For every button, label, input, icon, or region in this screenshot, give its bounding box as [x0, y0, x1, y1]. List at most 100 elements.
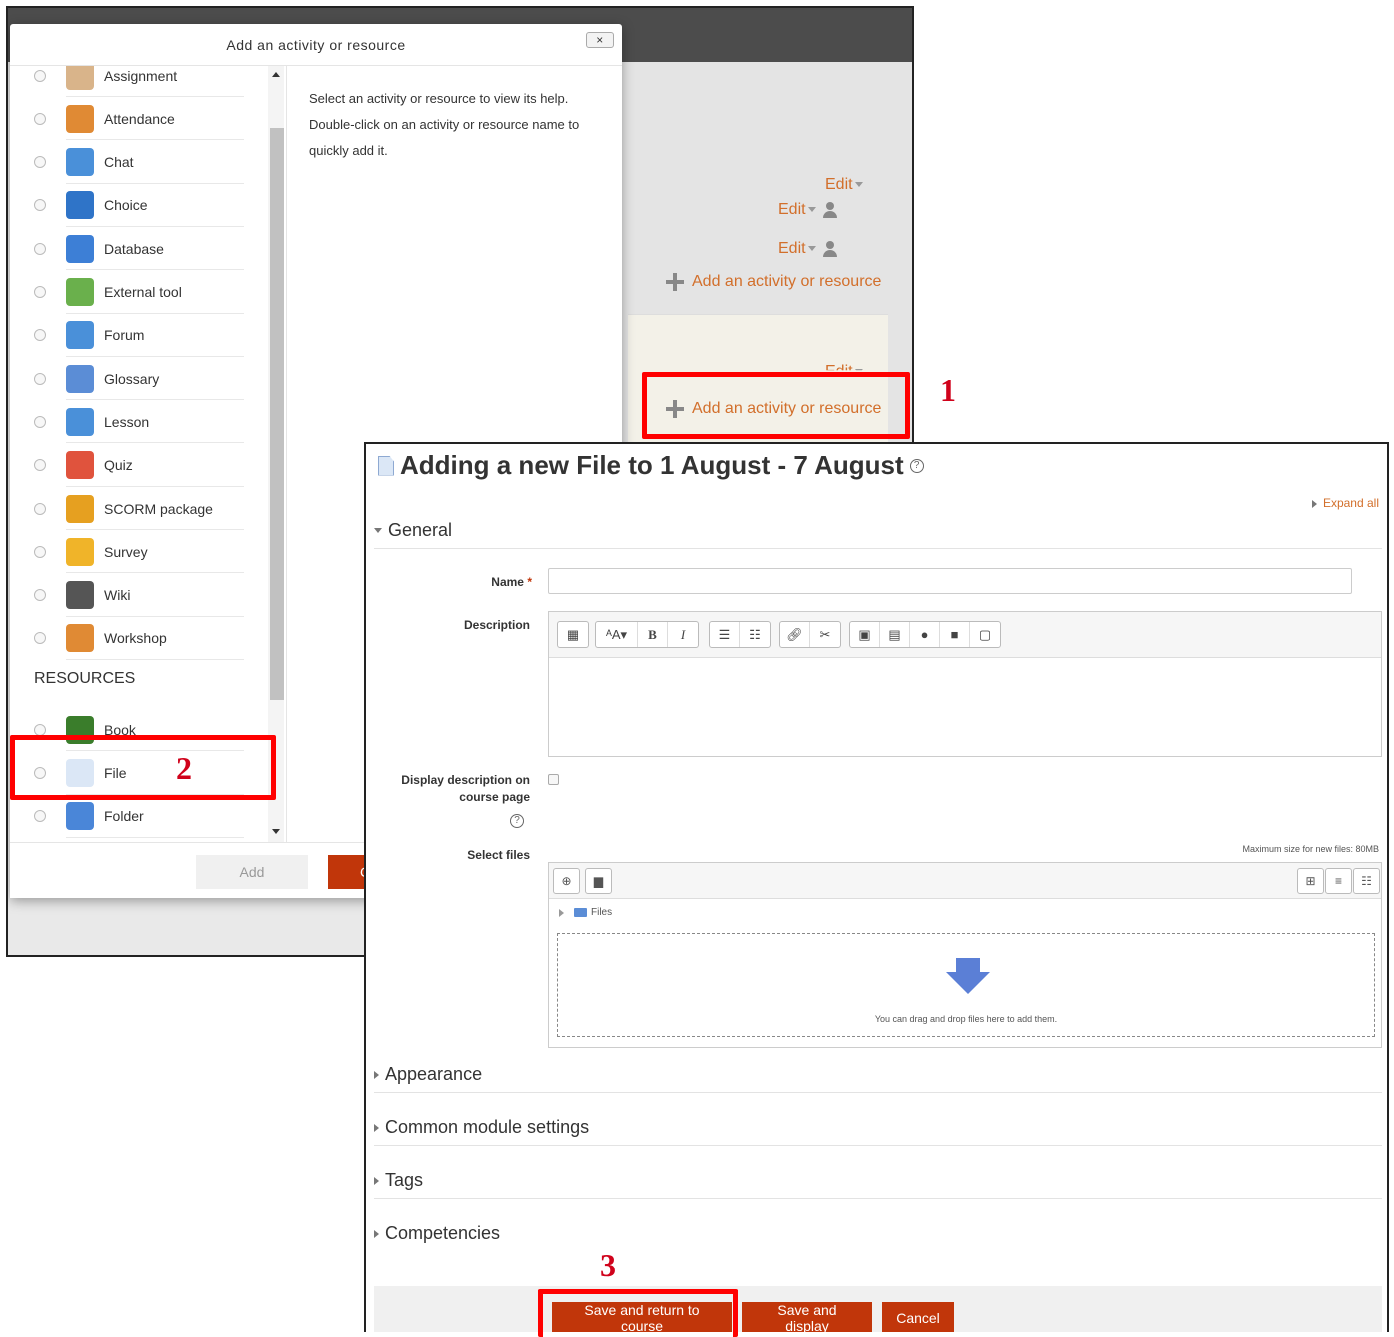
module-label: Quiz [104, 457, 133, 474]
microphone-icon[interactable]: ● [910, 622, 940, 647]
video-icon[interactable]: ■ [940, 622, 970, 647]
radio-button[interactable] [34, 156, 46, 169]
font-style-icon[interactable]: ᴬA▾ [596, 622, 638, 647]
scroll-thumb[interactable] [270, 128, 284, 700]
module-label: Lesson [104, 413, 150, 430]
create-folder-icon[interactable]: ▆ [585, 868, 612, 894]
triangle-right-icon [374, 1176, 379, 1185]
module-item[interactable]: Attendance [10, 97, 268, 141]
scrollbar[interactable] [268, 66, 284, 842]
radio-button[interactable] [34, 242, 46, 255]
help-icon[interactable]: ? [510, 814, 524, 828]
close-button[interactable]: × [586, 32, 614, 48]
module-item[interactable]: Forum [10, 314, 268, 357]
list-view-icon[interactable]: ≡ [1325, 868, 1352, 894]
save-display-button[interactable]: Save and display [742, 1302, 872, 1332]
unordered-list-icon[interactable]: ☰ [710, 622, 740, 647]
annotation-number-2: 2 [176, 750, 192, 786]
add-activity-link[interactable]: Add an activity or resource [666, 273, 881, 291]
radio-button[interactable] [34, 632, 46, 645]
module-item[interactable]: Survey [10, 530, 268, 574]
module-label: External tool [104, 284, 182, 300]
module-label: Database [104, 240, 164, 257]
module-item[interactable]: Chat [10, 141, 268, 184]
radio-button[interactable] [34, 502, 46, 515]
module-item[interactable]: SCORM package [10, 487, 268, 530]
radio-button[interactable] [34, 415, 46, 428]
tree-view-icon[interactable]: ☷ [1353, 868, 1380, 894]
radio-button[interactable] [34, 329, 46, 342]
fieldset-tags[interactable]: Tags [374, 1170, 423, 1191]
fieldset-appearance[interactable]: Appearance [374, 1064, 482, 1085]
toolbar-group: ▦ [557, 621, 589, 648]
module-item[interactable]: Database [10, 227, 268, 271]
scroll-down-icon[interactable] [272, 829, 280, 834]
file-path[interactable]: Files [559, 907, 612, 918]
radio-button[interactable] [34, 723, 46, 736]
display-description-checkbox[interactable] [548, 774, 559, 785]
fieldset-general[interactable]: General [374, 520, 452, 541]
help-text: Select an activity or resource to view i… [309, 91, 580, 158]
add-file-icon[interactable]: ⊕ [553, 868, 580, 894]
edit-menu-link[interactable]: Edit [778, 201, 838, 219]
module-item[interactable]: Assignment [10, 66, 268, 97]
module-item[interactable]: Folder [10, 795, 268, 838]
drop-zone[interactable]: You can drag and drop files here to add … [557, 933, 1375, 1037]
fieldset-common-module-settings[interactable]: Common module settings [374, 1117, 589, 1138]
wiki-icon [66, 581, 94, 610]
manage-files-icon[interactable]: ▢ [970, 622, 1000, 647]
radio-button[interactable] [34, 69, 46, 82]
caret-down-icon [807, 207, 816, 213]
radio-button[interactable] [34, 459, 46, 472]
display-description-label: Display description on course page [401, 773, 530, 804]
module-item[interactable]: External tool [10, 271, 268, 314]
name-input[interactable] [548, 568, 1352, 594]
expand-all-link[interactable]: Expand all [1311, 496, 1379, 510]
annotation-number-1: 1 [940, 372, 956, 408]
radio-button[interactable] [34, 589, 46, 602]
media-icon[interactable]: ▤ [880, 622, 910, 647]
close-icon: × [596, 33, 604, 47]
radio-button[interactable] [34, 545, 46, 558]
triangle-down-icon [374, 528, 382, 533]
radio-button[interactable] [34, 810, 46, 823]
toggle-toolbar-icon[interactable]: ▦ [558, 622, 588, 647]
link-icon[interactable]: 🔗︎ [780, 622, 810, 647]
cancel-button[interactable]: Cancel [882, 1302, 954, 1332]
page-title-text: Adding a new File to 1 August - 7 August [400, 450, 904, 480]
description-editor[interactable]: ▦ ᴬA▾ B I ☰ ☷ 🔗︎ ✂︎ ▣ ▤ ● ■ ▢ [548, 611, 1382, 757]
radio-button[interactable] [34, 199, 46, 212]
annotation-number-3: 3 [600, 1247, 616, 1283]
module-item[interactable]: Quiz [10, 444, 268, 487]
radio-button[interactable] [34, 372, 46, 385]
unlink-icon[interactable]: ✂︎ [810, 622, 840, 647]
database-icon [66, 234, 94, 263]
grid-view-icon[interactable]: ⊞ [1297, 868, 1324, 894]
file-icon [378, 455, 394, 476]
italic-icon[interactable]: I [668, 622, 698, 647]
divider [66, 836, 244, 838]
radio-button[interactable] [34, 112, 46, 125]
scroll-up-icon[interactable] [272, 72, 280, 77]
edit-menu-link[interactable]: Edit [825, 176, 863, 194]
ordered-list-icon[interactable]: ☷ [740, 622, 770, 647]
toolbar-group: 🔗︎ ✂︎ [779, 621, 841, 648]
name-label: Name * [491, 575, 532, 589]
module-item[interactable]: Workshop [10, 617, 268, 660]
edit-menu-link[interactable]: Edit [778, 240, 838, 258]
module-item[interactable]: Lesson [10, 400, 268, 444]
folder-icon [66, 802, 94, 831]
add-file-form-screenshot: Adding a new File to 1 August - 7 August… [364, 442, 1389, 1332]
module-item[interactable]: Choice [10, 184, 268, 227]
image-icon[interactable]: ▣ [850, 622, 880, 647]
modal-header: Add an activity or resource × [10, 24, 622, 66]
module-item[interactable]: Wiki [10, 574, 268, 617]
add-button[interactable]: Add [196, 855, 308, 889]
module-item[interactable]: Glossary [10, 357, 268, 401]
help-icon[interactable]: ? [909, 458, 924, 473]
select-files-label: Select files [467, 848, 530, 862]
radio-button[interactable] [34, 286, 46, 298]
quiz-icon [66, 451, 94, 480]
fieldset-competencies[interactable]: Competencies [374, 1223, 500, 1244]
bold-icon[interactable]: B [638, 622, 668, 647]
